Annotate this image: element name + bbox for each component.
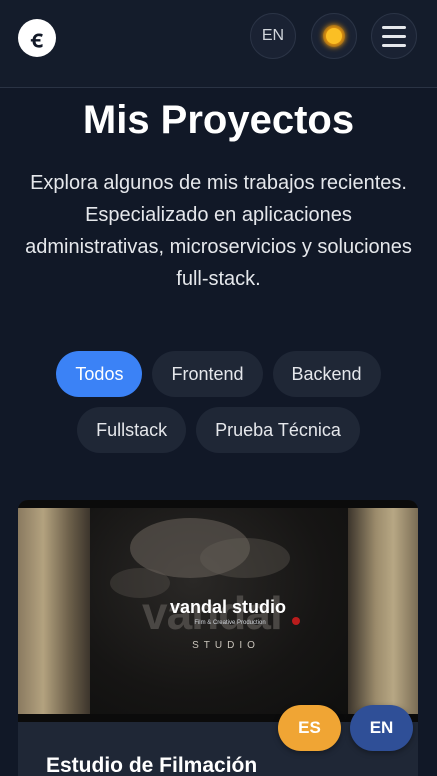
page-title: Mis Proyectos [82, 98, 355, 142]
brand-studio: STUDIO [192, 640, 260, 651]
language-es-button[interactable]: ES [278, 705, 341, 751]
project-thumbnail: vandal vandal studio Film & Creative Pro… [18, 500, 418, 722]
sun-icon [326, 28, 342, 44]
filter-todos[interactable]: Todos [56, 351, 143, 397]
hamburger-icon [382, 25, 406, 47]
logo-icon[interactable]: ꞓ [18, 19, 56, 57]
language-en-button[interactable]: EN [350, 705, 413, 751]
navbar: ꞓ EN [0, 0, 437, 88]
project-filters: Todos Frontend Backend Fullstack Prueba … [0, 351, 437, 453]
brand-name: vandal studio [169, 597, 286, 617]
project-title[interactable]: Estudio de Filmación [46, 754, 257, 776]
menu-button[interactable] [371, 13, 417, 59]
brand-tagline: Film & Creative Production [194, 620, 266, 626]
video-top-bar [18, 500, 418, 508]
filter-backend[interactable]: Backend [272, 351, 381, 397]
filter-frontend[interactable]: Frontend [152, 351, 263, 397]
page-subtitle: Explora algunos de mis trabajos reciente… [25, 172, 412, 290]
language-toggle-button[interactable]: EN [250, 13, 296, 59]
filter-fullstack[interactable]: Fullstack [77, 407, 187, 453]
filter-prueba-tecnica[interactable]: Prueba Técnica [196, 407, 360, 453]
theme-toggle-button[interactable] [311, 13, 357, 59]
